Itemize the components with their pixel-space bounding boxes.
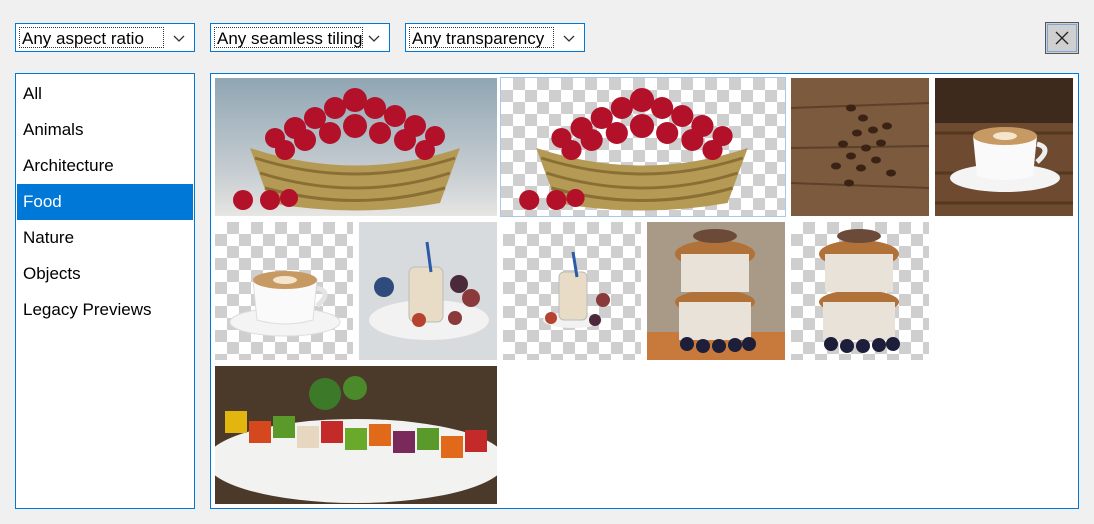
aspect-ratio-value: Any aspect ratio bbox=[19, 27, 164, 48]
aspect-ratio-dropdown[interactable]: Any aspect ratio bbox=[15, 23, 195, 52]
clear-filters-button[interactable] bbox=[1045, 22, 1079, 54]
category-item-food[interactable]: Food bbox=[17, 184, 193, 220]
image-thumbnail-smoothie-figs[interactable] bbox=[359, 222, 497, 360]
chevron-down-icon bbox=[368, 35, 380, 42]
chevron-down-icon bbox=[563, 35, 575, 42]
category-item-objects[interactable]: Objects bbox=[17, 256, 193, 292]
category-item-animals[interactable]: Animals bbox=[17, 112, 193, 148]
close-icon bbox=[1055, 31, 1069, 45]
category-item-architecture[interactable]: Architecture bbox=[17, 148, 193, 184]
image-thumbnail-cherries[interactable] bbox=[215, 78, 497, 216]
image-thumbnail-muffins-transparent[interactable] bbox=[791, 222, 929, 360]
image-thumbnail-cherries-transparent[interactable] bbox=[500, 77, 786, 217]
image-thumbnail-muffins[interactable] bbox=[647, 222, 785, 360]
category-item-all[interactable]: All bbox=[17, 76, 193, 112]
image-thumbnail-smoothie-figs-transparent[interactable] bbox=[503, 222, 641, 360]
seamless-tiling-dropdown[interactable]: Any seamless tiling bbox=[210, 23, 390, 52]
image-thumbnail-coffee-cup-transparent[interactable] bbox=[215, 222, 353, 360]
image-thumbnail-vegetable-skewers[interactable] bbox=[215, 366, 497, 504]
category-list[interactable]: All Animals Architecture Food Nature Obj… bbox=[15, 73, 195, 509]
transparency-dropdown[interactable]: Any transparency bbox=[405, 23, 585, 52]
category-item-nature[interactable]: Nature bbox=[17, 220, 193, 256]
seamless-tiling-value: Any seamless tiling bbox=[214, 27, 363, 48]
transparency-value: Any transparency bbox=[409, 27, 554, 48]
chevron-down-icon bbox=[173, 35, 185, 42]
image-gallery[interactable] bbox=[210, 73, 1079, 509]
image-thumbnail-coffee-beans[interactable] bbox=[791, 78, 929, 216]
category-item-legacy-previews[interactable]: Legacy Previews bbox=[17, 292, 193, 328]
image-thumbnail-coffee-cup[interactable] bbox=[935, 78, 1073, 216]
